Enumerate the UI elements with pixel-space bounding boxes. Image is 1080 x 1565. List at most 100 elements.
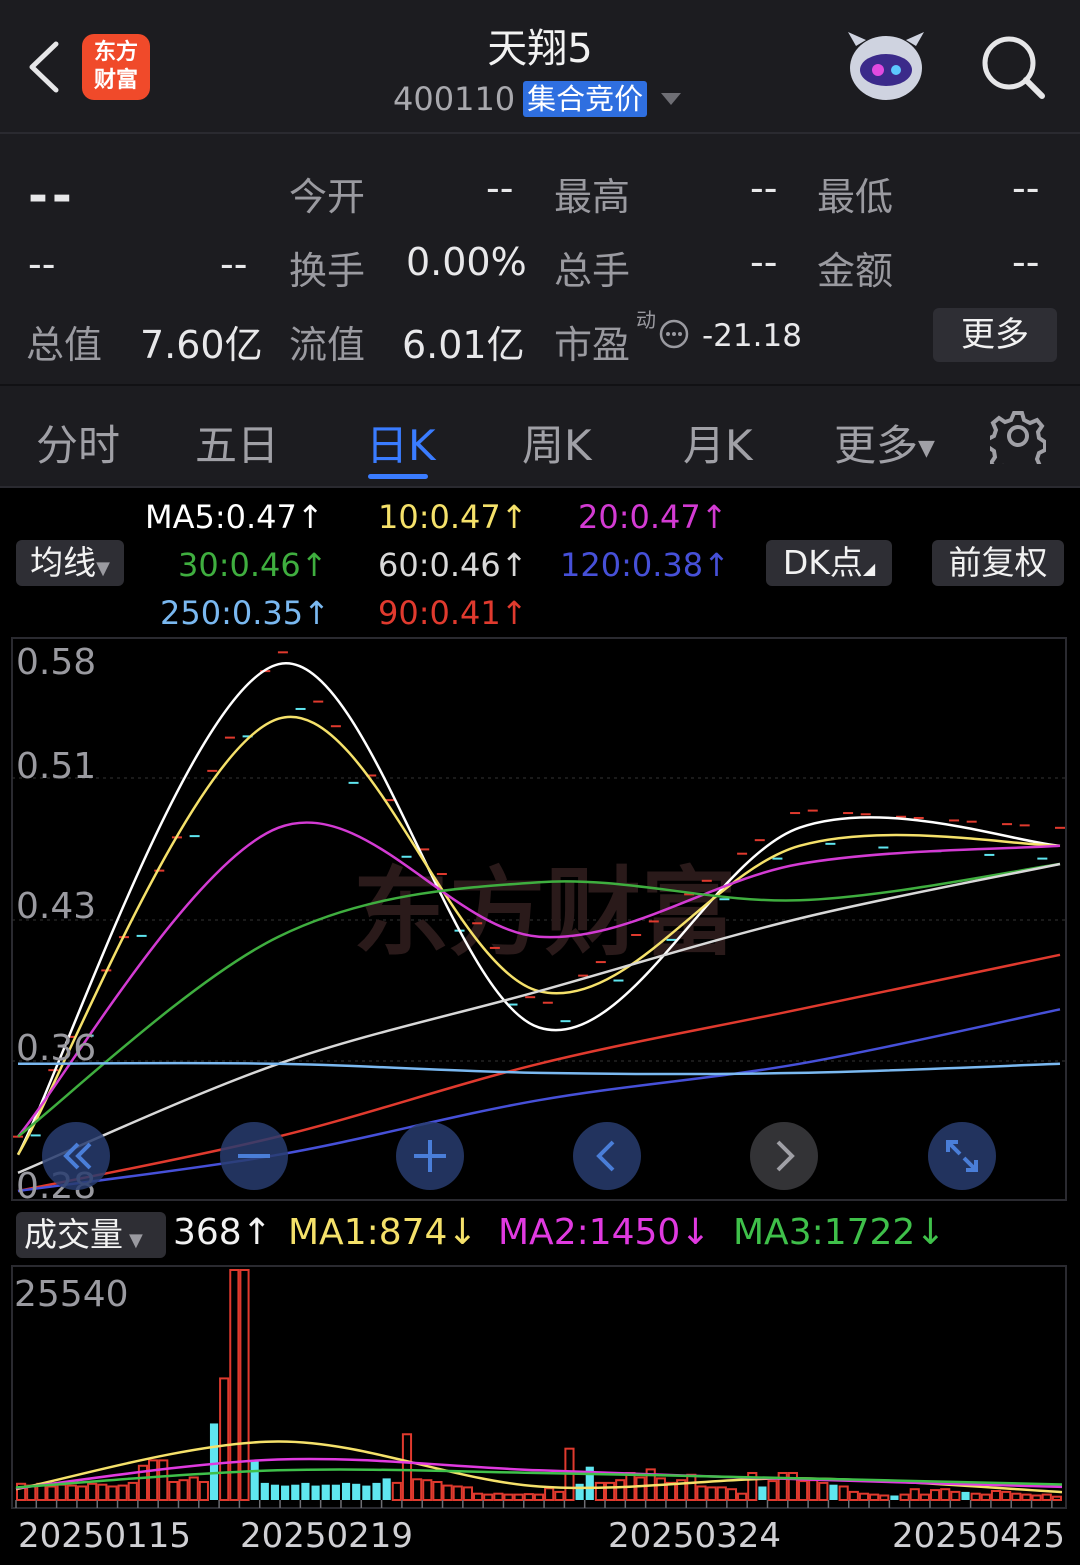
volume-bar: [270, 1484, 280, 1500]
volume-bar: [818, 1481, 829, 1502]
ma-select-button[interactable]: 均线▼: [16, 540, 124, 586]
caret-down-icon[interactable]: [661, 93, 682, 105]
fullscreen-button[interactable]: [928, 1122, 996, 1190]
volume-bar: [127, 1481, 138, 1502]
volume-bar: [940, 1488, 951, 1501]
price-tick-3: 0.36: [16, 1028, 97, 1069]
tab-monthly-k[interactable]: 月K: [683, 412, 753, 473]
search-icon[interactable]: [978, 32, 1048, 102]
volume-bar: [503, 1493, 514, 1501]
auction-badge: 集合竞价: [523, 81, 648, 117]
volume-bar: [575, 1483, 584, 1500]
volume-bar: [331, 1484, 340, 1500]
tab-more[interactable]: 更多▼: [834, 412, 935, 473]
volume-bar: [797, 1480, 809, 1501]
tab-intraday[interactable]: 分时: [36, 412, 120, 473]
tab-five-day[interactable]: 五日: [195, 412, 279, 473]
kline-chart[interactable]: 东方财富: [0, 636, 1080, 1202]
ma90-legend: 90:0.41↑: [378, 594, 528, 632]
ma250-legend: 250:0.35↑: [160, 594, 330, 632]
tab-more-label: 更多: [834, 421, 919, 470]
volume-bar: [726, 1488, 738, 1501]
next-button[interactable]: [750, 1122, 818, 1190]
volume-bar: [544, 1487, 555, 1502]
volume-ma3: MA3:1722↓: [733, 1212, 946, 1253]
volume-bar: [97, 1483, 108, 1501]
high-value: --: [750, 166, 778, 210]
volume-bar: [46, 1485, 57, 1501]
volume-ma1: MA1:874↓: [288, 1212, 478, 1253]
ma-select-label: 均线: [30, 543, 97, 582]
volume-bar: [412, 1478, 423, 1502]
price-change: --: [28, 242, 56, 286]
volume-bar: [513, 1493, 524, 1501]
volume-bar: [291, 1484, 300, 1500]
dk-point-label: DK点: [782, 543, 863, 582]
active-tab-indicator: [368, 474, 428, 479]
volume-ma-line-ma1: [15, 1440, 1063, 1494]
volume-bar: [341, 1482, 351, 1500]
volume-bar: [250, 1460, 259, 1500]
volume-bar: [452, 1485, 463, 1501]
robot-avatar-icon[interactable]: [844, 28, 928, 108]
volume-bar: [758, 1486, 767, 1500]
ma120-legend: 120:0.38↑: [560, 546, 730, 584]
tab-daily-k[interactable]: 日K: [366, 412, 436, 473]
volume-chart[interactable]: [0, 1264, 1080, 1510]
caret-down-icon: ▼: [96, 558, 110, 579]
date-label-1: 20250219: [240, 1516, 414, 1556]
amount-label: 金额: [817, 249, 894, 293]
volume-bar: [239, 1269, 250, 1501]
date-label-0: 20250115: [18, 1516, 192, 1556]
volume-bar: [523, 1493, 534, 1502]
open-value: --: [486, 166, 514, 210]
date-label-2: 20250324: [608, 1516, 782, 1556]
volume-bar: [655, 1477, 666, 1501]
tab-weekly-k[interactable]: 周K: [522, 412, 592, 473]
period-tabs: 分时 五日 日K 周K 月K 更多▼: [0, 384, 1080, 488]
volume-select-button[interactable]: 成交量 ▼: [16, 1212, 166, 1258]
volume-bar: [1051, 1495, 1062, 1502]
more-dots-icon[interactable]: [658, 318, 690, 350]
adjust-button[interactable]: 前复权: [932, 540, 1064, 586]
volume-bar: [178, 1479, 189, 1502]
price-change-pct: --: [220, 242, 248, 286]
pe-value: -21.18: [702, 318, 802, 354]
kline-area: MA5:0.47↑ 10:0.47↑ 20:0.47↑ 30:0.46↑ 60:…: [0, 488, 1080, 1565]
volume-bar: [961, 1491, 970, 1500]
volume-bar: [311, 1485, 320, 1500]
volume-ma-line-ma3: [15, 1468, 1063, 1489]
volume-current: 368↑: [173, 1212, 272, 1253]
volume-bar: [158, 1459, 169, 1502]
volume-bar: [686, 1473, 697, 1502]
dk-point-button[interactable]: DK点◢: [766, 540, 892, 586]
volume-bar: [890, 1495, 899, 1500]
header-bar: 东方财富 天翔5 400110 集合竞价: [0, 0, 1080, 132]
open-label: 今开: [289, 175, 366, 219]
ma-line-120: [17, 1008, 1061, 1193]
volume-bar: [1041, 1493, 1052, 1501]
zoom-in-button[interactable]: [396, 1122, 464, 1190]
volume-bar: [1031, 1494, 1042, 1501]
low-label: 最低: [817, 175, 894, 219]
volume-bar: [838, 1485, 849, 1501]
rewind-icon: [63, 1142, 92, 1170]
volume-bar: [737, 1492, 748, 1502]
volume-bar: [87, 1482, 98, 1501]
volume-bar: [422, 1479, 433, 1502]
price-tick-2: 0.43: [16, 886, 97, 927]
volume-value: --: [750, 240, 778, 284]
low-value: --: [1012, 166, 1040, 210]
zoom-out-button[interactable]: [220, 1122, 288, 1190]
ma20-legend: 20:0.47↑: [578, 498, 728, 536]
prev-button[interactable]: [573, 1122, 641, 1190]
quote-more-button[interactable]: 更多: [933, 308, 1057, 362]
volume-bar: [372, 1482, 381, 1500]
ma5-legend: MA5:0.47↑: [145, 498, 324, 536]
gear-icon[interactable]: [990, 408, 1046, 464]
total-cap-label: 总值: [26, 323, 103, 367]
volume-bar: [594, 1481, 606, 1502]
rewind-button[interactable]: [42, 1122, 110, 1190]
volume-bar: [391, 1481, 402, 1502]
stock-code-row[interactable]: 400110 集合竞价: [393, 80, 682, 118]
